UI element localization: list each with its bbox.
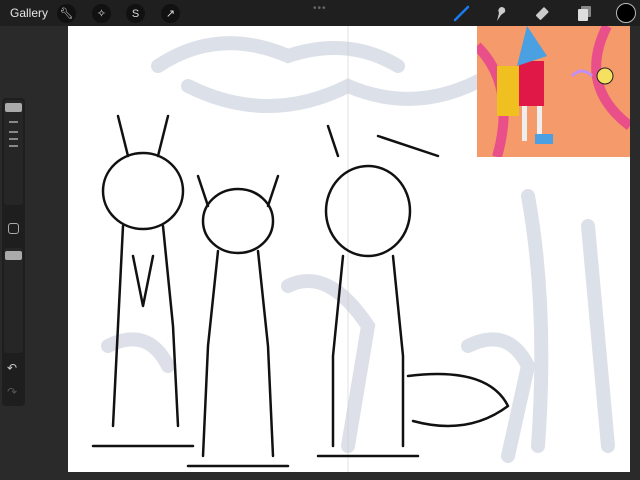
layers-icon[interactable] — [573, 3, 595, 23]
eraser-icon[interactable] — [533, 3, 555, 23]
reference-image-panel[interactable] — [477, 26, 630, 157]
modify-button[interactable] — [8, 223, 19, 234]
sidebar: ↶ ↷ — [2, 98, 25, 406]
reference-artwork — [477, 26, 630, 157]
magic-wand-icon[interactable]: ✧ — [92, 4, 111, 23]
color-picker-button[interactable] — [616, 3, 636, 23]
smudge-icon[interactable] — [489, 3, 511, 23]
opacity-thumb[interactable] — [5, 251, 22, 260]
wrench-icon[interactable]: 🔧︎ — [57, 4, 76, 23]
gallery-button[interactable]: Gallery — [10, 6, 48, 20]
size-tick — [9, 138, 18, 140]
selection-icon[interactable]: S — [126, 4, 145, 23]
brush-icon[interactable] — [450, 3, 472, 23]
redo-button[interactable]: ↷ — [7, 385, 17, 399]
grip-handle[interactable]: ••• — [313, 3, 327, 14]
top-toolbar: Gallery 🔧︎ ✧ S ↗ ••• — [0, 0, 640, 26]
transform-arrow-icon[interactable]: ↗ — [161, 4, 180, 23]
undo-button[interactable]: ↶ — [7, 361, 17, 375]
opacity-slider[interactable] — [4, 248, 23, 353]
brush-size-thumb[interactable] — [5, 103, 22, 112]
size-tick — [9, 121, 18, 123]
size-tick — [9, 131, 18, 133]
size-tick — [9, 145, 18, 147]
brush-size-slider[interactable] — [4, 100, 23, 205]
character-sketches — [91, 114, 510, 468]
